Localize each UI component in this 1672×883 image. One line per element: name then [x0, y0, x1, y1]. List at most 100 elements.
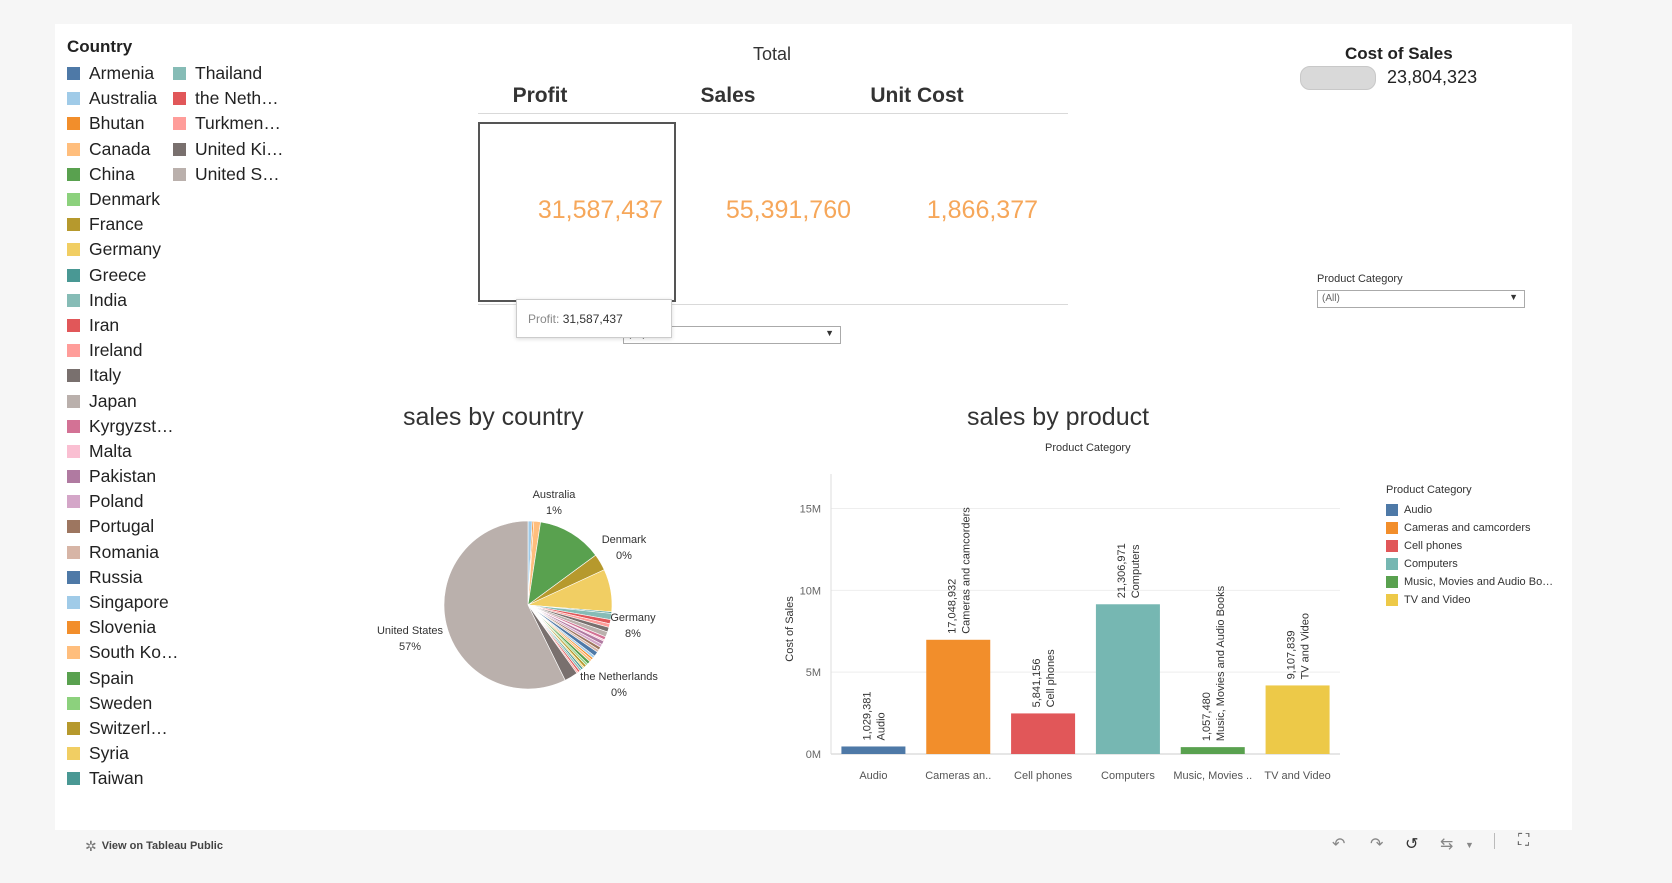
y-tick-label: 5M	[806, 667, 821, 679]
country-legend-label: Poland	[89, 491, 144, 512]
fullscreen-icon[interactable]: ⛶	[1518, 832, 1529, 850]
country-legend-label: Singapore	[89, 592, 169, 613]
product-legend-item[interactable]: Music, Movies and Audio Bo…	[1386, 573, 1553, 591]
y-tick-label: 15M	[800, 504, 821, 516]
bar[interactable]	[926, 639, 991, 754]
country-legend-item[interactable]: Canada	[67, 137, 179, 162]
country-legend-item[interactable]: Taiwan	[67, 766, 179, 791]
bar-category-label: Music, Movies and Audio Books	[1215, 585, 1227, 741]
country-legend-item[interactable]: Spain	[67, 666, 179, 691]
product-legend-item[interactable]: Cell phones	[1386, 537, 1553, 555]
legend-swatch	[67, 747, 80, 761]
country-legend-item[interactable]: Malta	[67, 439, 179, 464]
country-legend-label: the Neth…	[195, 88, 279, 109]
country-legend-label: Russia	[89, 566, 143, 587]
bar-value-label: 17,048,932	[946, 579, 958, 634]
pie-slice-label: Germany	[610, 612, 656, 624]
category-filter-dropdown[interactable]: (All) ▼	[1317, 290, 1525, 308]
legend-swatch	[67, 419, 80, 433]
cost-of-sales-bar	[1300, 66, 1376, 90]
country-legend-label: United S…	[195, 163, 280, 184]
product-legend: Product Category Audio Cameras and camcor…	[1386, 484, 1553, 609]
revert-icon[interactable]: ↺	[1405, 834, 1418, 854]
bar-category-label: TV and Video	[1300, 613, 1312, 679]
country-legend-item[interactable]: Iran	[67, 313, 179, 338]
country-legend-item[interactable]: Syria	[67, 741, 179, 766]
country-legend-item[interactable]: Australia	[67, 86, 179, 111]
product-legend-label: Cameras and camcorders	[1404, 522, 1531, 534]
country-legend-item[interactable]: Italy	[67, 363, 179, 388]
bar-value-label: 1,057,480	[1201, 692, 1213, 741]
x-tick-label: Computers	[1101, 770, 1155, 782]
country-legend-item[interactable]: Poland	[67, 489, 179, 514]
legend-swatch	[67, 318, 80, 332]
country-legend-item[interactable]: China	[67, 162, 179, 187]
tooltip-value: 31,587,437	[562, 312, 623, 326]
country-legend-item[interactable]: Kyrgyzst…	[67, 414, 179, 439]
product-legend-item[interactable]: Computers	[1386, 555, 1553, 573]
country-legend-item[interactable]: Romania	[67, 540, 179, 565]
kpi-value-profit[interactable]: 31,587,437	[463, 196, 663, 225]
bar[interactable]	[1011, 713, 1076, 754]
country-legend-label: Portugal	[89, 516, 155, 537]
country-legend-item[interactable]: Switzerl…	[67, 716, 179, 741]
country-legend-item[interactable]: Pakistan	[67, 464, 179, 489]
country-legend-item[interactable]: Japan	[67, 388, 179, 413]
cost-of-sales-title: Cost of Sales	[1345, 44, 1453, 63]
view-on-tableau-link[interactable]: ✲ View on Tableau Public	[85, 836, 223, 856]
country-legend-item[interactable]: Greece	[67, 263, 179, 288]
legend-swatch	[67, 117, 80, 131]
refresh-dropdown-chevron-icon[interactable]: ▼	[1465, 840, 1474, 850]
country-legend-label: Bhutan	[89, 113, 145, 134]
legend-swatch	[173, 92, 186, 106]
country-legend-item[interactable]: Portugal	[67, 514, 179, 539]
country-legend-item[interactable]: Germany	[67, 237, 179, 262]
country-legend-item[interactable]: Armenia	[67, 61, 179, 86]
country-legend-label: Spain	[89, 667, 134, 688]
legend-swatch	[67, 67, 80, 81]
product-legend-item[interactable]: TV and Video	[1386, 591, 1553, 609]
country-legend-item[interactable]: South Ko…	[67, 640, 179, 665]
country-legend-item[interactable]: United Ki…	[173, 137, 284, 162]
country-legend-item[interactable]: the Neth…	[173, 86, 284, 111]
product-legend-item[interactable]: Cameras and camcorders	[1386, 519, 1553, 537]
country-legend-item[interactable]: Singapore	[67, 590, 179, 615]
country-legend-item[interactable]: France	[67, 212, 179, 237]
legend-swatch	[67, 193, 80, 207]
bar[interactable]	[1095, 604, 1160, 754]
kpi-value-sales[interactable]: 55,391,760	[651, 196, 851, 225]
legend-swatch	[173, 167, 186, 181]
bar-category-label: Cell phones	[1045, 649, 1057, 708]
country-legend-item[interactable]: Denmark	[67, 187, 179, 212]
kpi-value-unit-cost[interactable]: 1,866,377	[838, 196, 1038, 225]
country-legend-label: Romania	[89, 541, 160, 562]
legend-swatch	[67, 646, 80, 660]
country-legend-item[interactable]: Bhutan	[67, 111, 179, 136]
y-axis-label: Cost of Sales	[784, 596, 796, 662]
refresh-icon[interactable]: ⇆	[1440, 834, 1453, 854]
country-legend-item[interactable]: Slovenia	[67, 615, 179, 640]
product-legend-item[interactable]: Audio	[1386, 501, 1553, 519]
country-legend-item[interactable]: India	[67, 288, 179, 313]
x-tick-label: Music, Movies ..	[1173, 770, 1252, 782]
bar-value-label: 5,841,156	[1031, 658, 1043, 707]
country-legend-column-1: Armenia Australia Bhutan Canada China Denmark…	[67, 61, 179, 791]
country-legend-item[interactable]: United S…	[173, 162, 284, 187]
legend-swatch	[173, 142, 186, 156]
bar[interactable]	[1180, 747, 1245, 754]
country-legend-item[interactable]: Turkmen…	[173, 111, 284, 136]
country-legend-label: Slovenia	[89, 617, 157, 638]
undo-icon[interactable]: ↶	[1332, 834, 1345, 854]
country-legend-item[interactable]: Thailand	[173, 61, 284, 86]
legend-swatch	[67, 243, 80, 257]
y-tick-label: 10M	[800, 585, 821, 597]
bar-value-label: 1,029,381	[861, 692, 873, 741]
country-legend-item[interactable]: Sweden	[67, 691, 179, 716]
country-legend-item[interactable]: Russia	[67, 565, 179, 590]
country-legend-label: United Ki…	[195, 138, 284, 159]
redo-icon[interactable]: ↷	[1370, 834, 1383, 854]
bar[interactable]	[841, 746, 906, 754]
legend-swatch	[1386, 504, 1398, 516]
bar[interactable]	[1265, 685, 1330, 754]
country-legend-item[interactable]: Ireland	[67, 338, 179, 363]
